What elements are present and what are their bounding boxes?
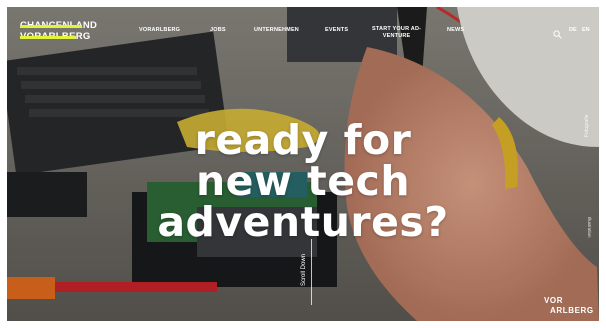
scroll-down-line	[311, 239, 312, 305]
scroll-down-label: Scroll Down	[301, 254, 307, 287]
nav-item-vorarlberg[interactable]: VORARLBERG	[139, 27, 180, 33]
nav-item-events[interactable]: EVENTS	[325, 27, 348, 33]
hero-headline: ready for new tech adventures?	[7, 120, 599, 243]
search-icon[interactable]	[553, 26, 562, 39]
nav-item-unternehmen[interactable]: UNTERNEHMEN	[254, 27, 299, 33]
nav-item-start-your-adventure-line-2: VENTURE	[382, 32, 411, 39]
logo-highlight-2	[20, 36, 76, 39]
nav-item-news[interactable]: NEWS	[447, 27, 464, 33]
nav-item-jobs[interactable]: JOBS	[210, 27, 226, 33]
hero-headline-line-1: ready for	[194, 116, 412, 165]
language-en[interactable]: EN	[582, 27, 590, 33]
side-caption: Fotografie	[584, 114, 590, 137]
hero-headline-line-3: adventures?	[157, 198, 449, 247]
hero-section: CHANCENLAND VORARLBERG VORARLBERG JOBS U…	[7, 7, 599, 321]
side-caption-2: Illustration	[587, 217, 592, 238]
language-de[interactable]: DE	[569, 27, 577, 33]
brand-line-2: ARLBERG	[550, 306, 594, 315]
site-logo[interactable]: CHANCENLAND VORARLBERG	[20, 20, 97, 42]
brand-line-1: VOR	[544, 296, 564, 305]
logo-highlight-1	[20, 25, 82, 28]
scroll-down-indicator[interactable]: Scroll Down	[299, 239, 312, 305]
nav-item-start-your-adventure-line-1: START YOUR AD-	[372, 26, 422, 32]
nav-item-start-your-adventure[interactable]: START YOUR AD- VENTURE	[372, 26, 421, 39]
hero-headline-line-2: new tech	[195, 157, 411, 206]
